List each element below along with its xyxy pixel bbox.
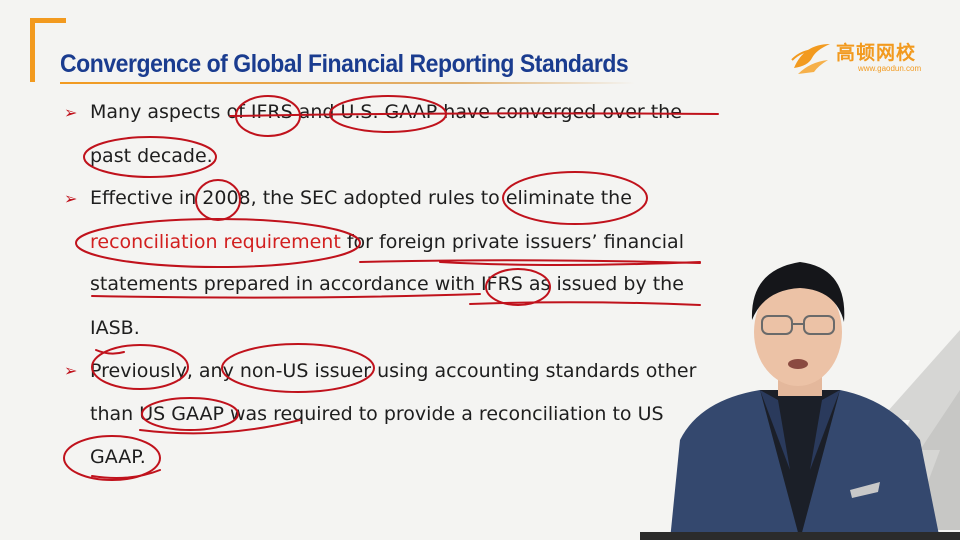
slide-title: Convergence of Global Financial Reportin… — [60, 50, 629, 78]
bullet-arrow-icon: ➢ — [64, 361, 78, 380]
bullet1-line2: past decade. — [90, 145, 213, 167]
bullet2-line1: Effective in 2008, the SEC adopted rules… — [90, 187, 632, 209]
title-underline — [60, 82, 635, 84]
logo-swirl-icon — [791, 44, 830, 74]
bullet1-line1: Many aspects of IFRS and U.S. GAAP have … — [90, 101, 682, 123]
presenter-video-figure — [640, 262, 960, 540]
bullet-arrow-icon: ➢ — [64, 103, 78, 122]
bullet3-line2: than US GAAP was required to provide a r… — [90, 403, 664, 425]
highlighted-term: reconciliation requirement — [90, 231, 341, 253]
logo-chinese-text: 高顿网校 — [836, 42, 917, 64]
presentation-slide: Convergence of Global Financial Reportin… — [0, 0, 960, 540]
bullet2-line4: IASB. — [90, 317, 140, 339]
logo-url: www.gaodun.com — [858, 64, 922, 73]
bullet2-line2-rest: for foreign private issuers’ financial — [340, 231, 684, 253]
bullet2-line3: statements prepared in accordance with I… — [90, 273, 684, 295]
gaodun-logo: 高顿网校 www.gaodun.com — [790, 36, 930, 80]
bullet2-line2: reconciliation requirement for foreign p… — [90, 231, 684, 253]
bullet3-line3: GAAP. — [90, 446, 146, 468]
bullet-arrow-icon: ➢ — [64, 189, 78, 208]
bullet3-line1: Previously, any non-US issuer using acco… — [90, 360, 697, 382]
